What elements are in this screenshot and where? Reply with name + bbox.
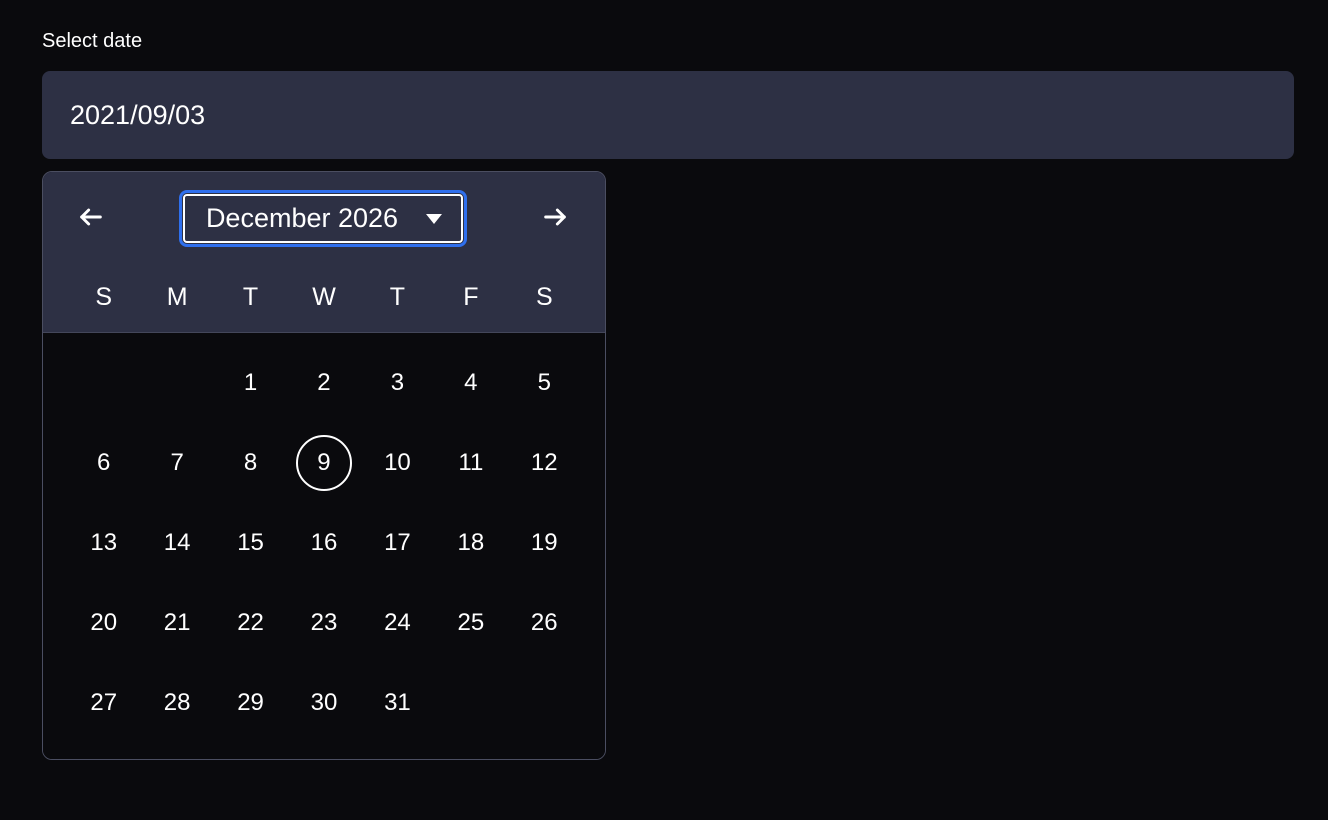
field-label: Select date <box>42 30 1286 53</box>
calendar-day-label: 27 <box>76 675 132 731</box>
date-input[interactable]: 2021/09/03 <box>42 71 1294 159</box>
calendar-day-label: 21 <box>149 595 205 651</box>
calendar-day[interactable]: 8 <box>214 435 287 491</box>
calendar-day-label: 12 <box>516 435 572 491</box>
calendar-day-label: 24 <box>369 595 425 651</box>
weekday-header: T <box>214 283 287 312</box>
calendar-day[interactable]: 4 <box>434 355 507 411</box>
calendar-day[interactable]: 24 <box>361 595 434 651</box>
calendar-header: December 2026 SMTWTFS <box>43 172 605 333</box>
calendar-empty-cell <box>140 355 213 411</box>
calendar-day[interactable]: 7 <box>140 435 213 491</box>
calendar-day[interactable]: 23 <box>287 595 360 651</box>
caret-down-icon <box>426 214 442 224</box>
calendar-day-label: 19 <box>516 515 572 571</box>
calendar-day[interactable]: 21 <box>140 595 213 651</box>
weekday-header: S <box>508 283 581 312</box>
calendar-day-label: 20 <box>76 595 132 651</box>
calendar-day-label: 30 <box>296 675 352 731</box>
calendar-day-label: 7 <box>149 435 205 491</box>
calendar-day[interactable]: 12 <box>508 435 581 491</box>
calendar-day-label: 17 <box>369 515 425 571</box>
calendar-day[interactable]: 11 <box>434 435 507 491</box>
weekday-header: F <box>434 283 507 312</box>
calendar-day[interactable]: 27 <box>67 675 140 731</box>
calendar-day-label: 29 <box>223 675 279 731</box>
calendar-popover: December 2026 SMTWTFS 123456789101112131… <box>42 171 606 760</box>
calendar-day[interactable]: 17 <box>361 515 434 571</box>
calendar-day-label: 2 <box>296 355 352 411</box>
calendar-day-label: 4 <box>443 355 499 411</box>
calendar-day[interactable]: 10 <box>361 435 434 491</box>
calendar-day[interactable]: 1 <box>214 355 287 411</box>
next-month-button[interactable] <box>537 201 573 237</box>
calendar-day-label: 28 <box>149 675 205 731</box>
weekday-header: W <box>287 283 360 312</box>
calendar-day[interactable]: 19 <box>508 515 581 571</box>
calendar-day-label: 22 <box>223 595 279 651</box>
calendar-day-label: 1 <box>223 355 279 411</box>
calendar-day[interactable]: 28 <box>140 675 213 731</box>
calendar-grid: 1234567891011121314151617181920212223242… <box>43 333 605 759</box>
calendar-day-label: 18 <box>443 515 499 571</box>
prev-month-button[interactable] <box>73 201 109 237</box>
arrow-left-icon <box>77 203 105 234</box>
calendar-day-label: 5 <box>516 355 572 411</box>
calendar-day-label: 26 <box>516 595 572 651</box>
calendar-day[interactable]: 6 <box>67 435 140 491</box>
calendar-day[interactable]: 15 <box>214 515 287 571</box>
calendar-day-label: 16 <box>296 515 352 571</box>
calendar-day[interactable]: 30 <box>287 675 360 731</box>
month-year-selector[interactable]: December 2026 <box>179 190 467 247</box>
month-year-label: December 2026 <box>206 203 398 234</box>
calendar-day[interactable]: 22 <box>214 595 287 651</box>
calendar-day[interactable]: 2 <box>287 355 360 411</box>
calendar-day-label: 15 <box>223 515 279 571</box>
calendar-day[interactable]: 13 <box>67 515 140 571</box>
weekday-header: T <box>361 283 434 312</box>
calendar-day-label: 25 <box>443 595 499 651</box>
calendar-day-label: 9 <box>296 435 352 491</box>
weekday-header: S <box>67 283 140 312</box>
calendar-day-label: 6 <box>76 435 132 491</box>
calendar-day-label: 14 <box>149 515 205 571</box>
calendar-day-label: 11 <box>443 435 499 491</box>
calendar-day-label: 3 <box>369 355 425 411</box>
calendar-day[interactable]: 26 <box>508 595 581 651</box>
calendar-day[interactable]: 29 <box>214 675 287 731</box>
calendar-day[interactable]: 18 <box>434 515 507 571</box>
weekday-header: M <box>140 283 213 312</box>
calendar-day[interactable]: 20 <box>67 595 140 651</box>
calendar-day[interactable]: 25 <box>434 595 507 651</box>
calendar-empty-cell <box>67 355 140 411</box>
calendar-day[interactable]: 3 <box>361 355 434 411</box>
calendar-day-label: 8 <box>223 435 279 491</box>
calendar-day[interactable]: 31 <box>361 675 434 731</box>
calendar-day[interactable]: 14 <box>140 515 213 571</box>
calendar-day-label: 23 <box>296 595 352 651</box>
calendar-day-label: 13 <box>76 515 132 571</box>
calendar-day[interactable]: 16 <box>287 515 360 571</box>
calendar-day-label: 10 <box>369 435 425 491</box>
calendar-day[interactable]: 9 <box>287 435 360 491</box>
arrow-right-icon <box>541 203 569 234</box>
calendar-day[interactable]: 5 <box>508 355 581 411</box>
weekday-row: SMTWTFS <box>43 265 605 332</box>
calendar-day-label: 31 <box>369 675 425 731</box>
